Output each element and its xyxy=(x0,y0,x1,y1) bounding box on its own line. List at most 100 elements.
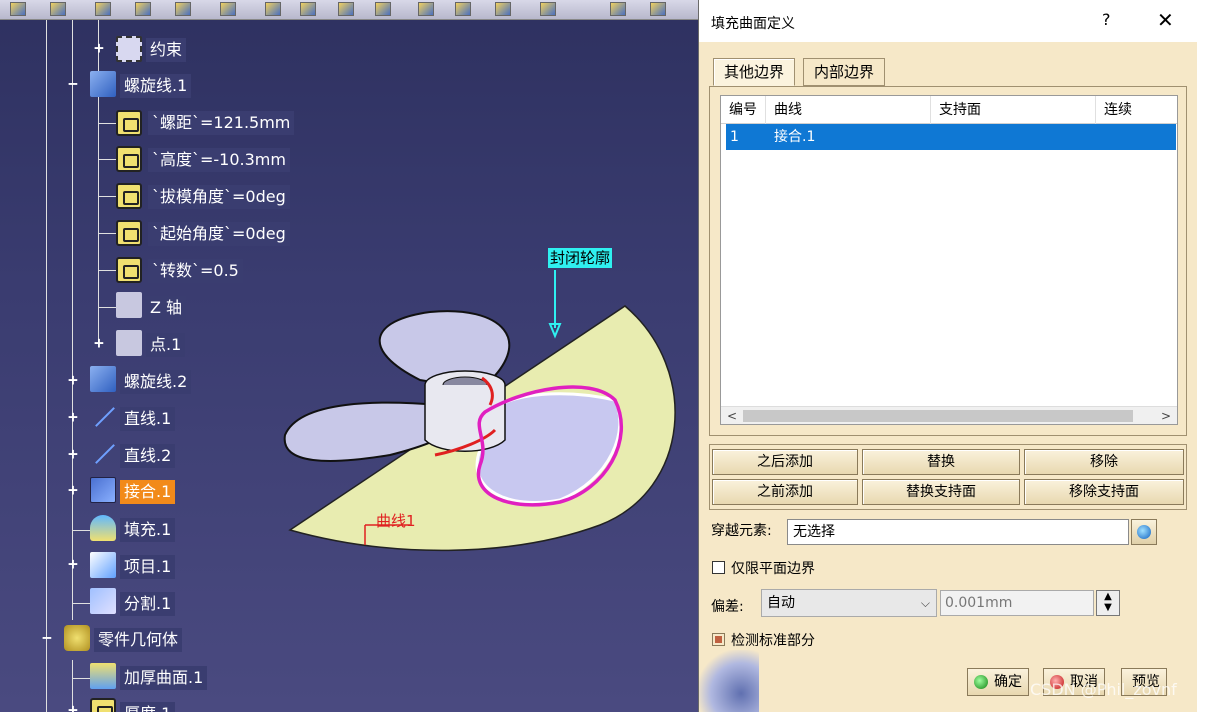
toolbar-tool-icon[interactable] xyxy=(300,2,316,16)
toolbar-tool-icon[interactable] xyxy=(610,2,626,16)
tree-item-fill-1[interactable]: 填充.1 xyxy=(120,518,176,542)
tree-item-part-body[interactable]: 零件几何体 xyxy=(94,628,183,652)
toolbar-tool-icon[interactable] xyxy=(220,2,236,16)
tree-item-project-1[interactable]: 项目.1 xyxy=(120,555,176,579)
helix-icon xyxy=(90,71,116,97)
scroll-right-icon[interactable]: > xyxy=(1161,407,1171,425)
toolbar-tool-icon[interactable] xyxy=(10,2,26,16)
constraint-icon xyxy=(116,36,142,62)
tree-guide-line xyxy=(98,307,116,308)
tree-item-helix-1[interactable]: 螺旋线.1 xyxy=(120,74,192,98)
expand-toggle[interactable]: + xyxy=(66,702,80,712)
line-icon xyxy=(90,441,116,467)
tree-item-param-height[interactable]: `高度`=-10.3mm xyxy=(148,148,290,172)
tree-item-line-1[interactable]: 直线.1 xyxy=(120,407,176,431)
toolbar-tool-icon[interactable] xyxy=(375,2,391,16)
help-button[interactable]: ? xyxy=(1102,10,1111,29)
toolbar-tool-icon[interactable] xyxy=(135,2,151,16)
deviation-spinner[interactable]: ▲ ▼ xyxy=(1096,590,1120,616)
part-body-icon xyxy=(64,625,90,651)
expand-toggle[interactable]: + xyxy=(66,409,80,425)
expand-toggle[interactable]: + xyxy=(66,446,80,462)
tree-item-param-start-angle[interactable]: `起始角度`=0deg xyxy=(148,222,290,246)
tab-other-boundaries[interactable]: 其他边界 xyxy=(713,58,796,86)
toolbar-tool-icon[interactable] xyxy=(50,2,66,16)
expand-toggle[interactable]: + xyxy=(92,40,106,56)
globe-select-icon[interactable] xyxy=(1131,519,1157,545)
join-icon xyxy=(90,477,116,503)
toolbar-tool-icon[interactable] xyxy=(418,2,434,16)
toolbar-tool-icon[interactable] xyxy=(338,2,354,16)
toolbar-tool-icon[interactable] xyxy=(95,2,111,16)
row-number: 1 xyxy=(730,129,739,145)
tree-item-param-revolutions[interactable]: `转数`=0.5 xyxy=(148,259,243,283)
add-before-button[interactable]: 之前添加 xyxy=(712,479,858,505)
tree-guide-line xyxy=(72,530,90,531)
expand-toggle[interactable]: + xyxy=(92,335,106,351)
table-row[interactable]: 1 接合.1 xyxy=(726,124,1176,150)
collapse-toggle[interactable]: − xyxy=(40,630,54,646)
close-button[interactable]: ✕ xyxy=(1157,8,1174,32)
planar-boundary-label: 仅限平面边界 xyxy=(731,561,815,577)
toolbar-tool-icon[interactable] xyxy=(455,2,471,16)
add-after-button[interactable]: 之后添加 xyxy=(712,449,858,475)
tree-item-param-pitch[interactable]: `螺距`=121.5mm xyxy=(148,111,295,135)
toolbar-tool-icon[interactable] xyxy=(495,2,511,16)
column-header-number[interactable]: 编号 xyxy=(721,96,766,124)
tree-item-split-1[interactable]: 分割.1 xyxy=(120,592,176,616)
thickness-icon xyxy=(90,698,116,712)
split-icon xyxy=(90,588,116,614)
tree-item-param-draft-angle[interactable]: `拔模角度`=0deg xyxy=(148,185,290,209)
column-header-continuity[interactable]: 连续 xyxy=(1096,96,1179,124)
tree-guide-line xyxy=(98,233,116,234)
parameter-icon xyxy=(116,146,142,172)
canonical-part-checkbox[interactable] xyxy=(712,633,725,646)
tree-item-point-1[interactable]: 点.1 xyxy=(146,333,186,357)
boundary-list[interactable]: 编号 曲线 支持面 连续 1 接合.1 < > xyxy=(720,95,1178,425)
tree-item-line-2[interactable]: 直线.2 xyxy=(120,444,176,468)
expand-toggle[interactable]: + xyxy=(66,556,80,572)
remove-support-button[interactable]: 移除支持面 xyxy=(1024,479,1184,505)
tree-item-thickness-1[interactable]: 厚度.1 xyxy=(120,702,176,712)
tree-item-helix-2[interactable]: 螺旋线.2 xyxy=(120,370,192,394)
planar-boundary-checkbox[interactable] xyxy=(712,561,725,574)
axis-icon xyxy=(116,292,142,318)
passing-element-field[interactable]: 无选择 xyxy=(787,519,1129,545)
line-icon xyxy=(90,404,116,430)
parameter-icon xyxy=(116,183,142,209)
scroll-left-icon[interactable]: < xyxy=(727,407,737,425)
toolbar-tool-icon[interactable] xyxy=(175,2,191,16)
horizontal-scrollbar[interactable]: < > xyxy=(721,406,1177,424)
collapse-toggle[interactable]: − xyxy=(66,76,80,92)
csdn-watermark: CSDN @Phil_zovnf xyxy=(1030,680,1177,699)
tree-item-constraints[interactable]: 约束 xyxy=(146,38,187,62)
expand-toggle[interactable]: + xyxy=(66,482,80,498)
curve-1-label: 曲线1 xyxy=(376,512,416,530)
boundary-action-buttons: 之后添加 替换 移除 之前添加 替换支持面 移除支持面 xyxy=(709,444,1187,510)
toolbar-tool-icon[interactable] xyxy=(265,2,281,16)
toolbar-tool-icon[interactable] xyxy=(650,2,666,16)
replace-button[interactable]: 替换 xyxy=(862,449,1020,475)
replace-support-button[interactable]: 替换支持面 xyxy=(862,479,1020,505)
ok-button[interactable]: 确定 xyxy=(967,668,1029,696)
tree-guide-line xyxy=(72,603,90,604)
toolbar-tool-icon[interactable] xyxy=(540,2,556,16)
remove-button[interactable]: 移除 xyxy=(1024,449,1184,475)
tree-item-join-1[interactable]: 接合.1 xyxy=(120,480,176,504)
expand-toggle[interactable]: + xyxy=(66,372,80,388)
column-header-curve[interactable]: 曲线 xyxy=(766,96,931,124)
fill-icon xyxy=(90,515,116,541)
tree-guide-line xyxy=(98,196,116,197)
chevron-down-icon: ⌵ xyxy=(920,596,930,610)
helix-icon xyxy=(90,366,116,392)
column-header-support[interactable]: 支持面 xyxy=(931,96,1096,124)
deviation-value-field[interactable]: 0.001mm xyxy=(940,590,1094,616)
3d-viewport[interactable] xyxy=(270,240,698,580)
decorative-globe-image xyxy=(699,650,759,712)
deviation-mode-select[interactable]: 自动 ⌵ xyxy=(761,589,937,617)
scrollbar-thumb[interactable] xyxy=(743,410,1133,422)
tab-inner-boundaries[interactable]: 内部边界 xyxy=(803,58,886,86)
tree-item-z-axis[interactable]: Z 轴 xyxy=(146,296,187,320)
tree-item-thick-surface-1[interactable]: 加厚曲面.1 xyxy=(120,666,208,690)
thick-surface-icon xyxy=(90,663,116,689)
